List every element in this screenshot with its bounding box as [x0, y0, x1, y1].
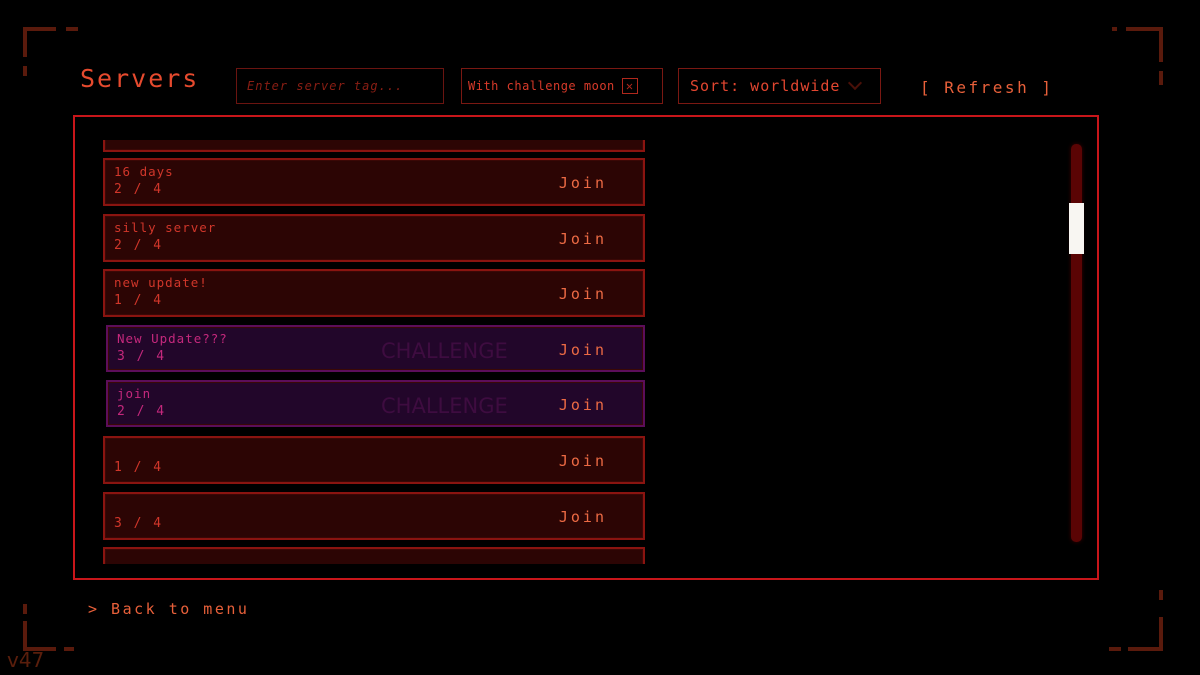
player-count: 3 / 4	[117, 349, 167, 364]
join-button[interactable]: Join	[559, 452, 607, 470]
close-icon[interactable]: ✕	[621, 78, 638, 94]
server-name: join	[117, 386, 152, 401]
join-button[interactable]: Join	[559, 341, 607, 359]
server-row[interactable]	[103, 547, 645, 564]
server-row[interactable]: 1 / 4 Join	[103, 436, 645, 484]
server-tag-input[interactable]: Enter server tag...	[236, 68, 444, 104]
back-to-menu-button[interactable]: > Back to menu	[88, 600, 249, 618]
server-name: 16 days	[114, 164, 174, 179]
join-button[interactable]: Join	[559, 396, 607, 414]
server-name: new update!	[114, 275, 208, 290]
challenge-moon-filter-chip[interactable]: With challenge moon ✕	[461, 68, 663, 104]
server-list[interactable]: Join 16 days 2 / 4 Join silly server 2 / 4 Joi…	[103, 140, 646, 564]
challenge-badge: CHALLENGE	[381, 394, 508, 418]
sort-dropdown[interactable]: Sort: worldwide	[678, 68, 881, 104]
player-count: 2 / 4	[114, 238, 164, 253]
join-button[interactable]: Join	[559, 230, 607, 248]
server-row[interactable]: silly server 2 / 4 Join	[103, 214, 645, 262]
server-row[interactable]: Join	[103, 140, 645, 152]
sort-selected-value: Sort: worldwide	[690, 77, 841, 95]
challenge-server-row[interactable]: join 2 / 4 CHALLENGE Join	[106, 380, 645, 427]
player-count: 2 / 4	[117, 404, 167, 419]
server-tag-placeholder: Enter server tag...	[247, 79, 404, 93]
challenge-server-row[interactable]: New Update??? 3 / 4 CHALLENGE Join	[106, 325, 645, 372]
player-count: 3 / 4	[114, 516, 164, 531]
join-button[interactable]: Join	[559, 285, 607, 303]
server-name: silly server	[114, 220, 217, 235]
join-button[interactable]: Join	[559, 174, 607, 192]
challenge-badge: CHALLENGE	[381, 339, 508, 363]
page-title: Servers	[80, 64, 200, 93]
server-name: New Update???	[117, 331, 228, 346]
refresh-button[interactable]: [ Refresh ]	[920, 78, 1053, 97]
scrollbar-thumb[interactable]	[1069, 202, 1084, 254]
version-label: v47	[7, 648, 45, 672]
server-row[interactable]: 16 days 2 / 4 Join	[103, 158, 645, 206]
chevron-down-icon	[848, 75, 863, 91]
join-button[interactable]: Join	[559, 508, 607, 526]
server-row[interactable]: new update! 1 / 4 Join	[103, 269, 645, 317]
player-count: 1 / 4	[114, 293, 164, 308]
server-row[interactable]: 3 / 4 Join	[103, 492, 645, 540]
filter-chip-label: With challenge moon	[468, 79, 615, 93]
player-count: 2 / 4	[114, 182, 164, 197]
player-count: 1 / 4	[114, 460, 164, 475]
